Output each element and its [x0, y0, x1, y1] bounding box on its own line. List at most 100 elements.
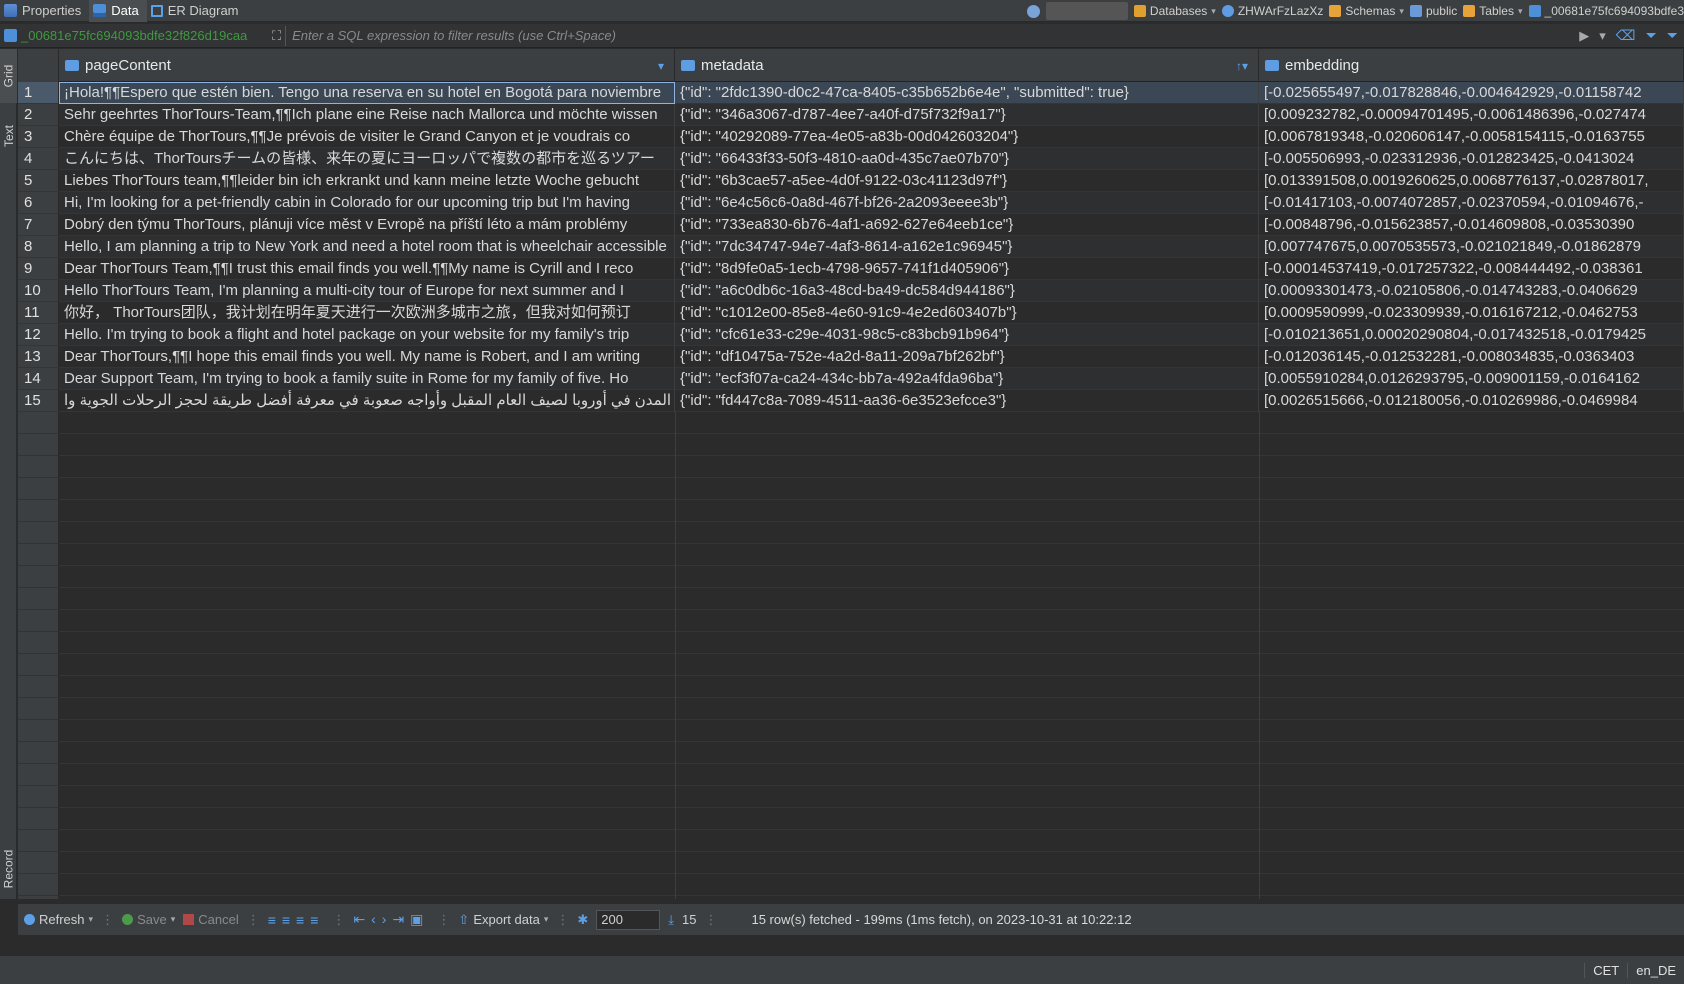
cell-embedding[interactable]: [0.0055910284,0.0126293795,-0.009001159,… — [1259, 368, 1684, 390]
cell-pagecontent[interactable]: こんにちは、ThorToursチームの皆様、来年の夏にヨーロッパで複数の都市を巡… — [59, 148, 675, 170]
cell-metadata[interactable]: {"id": "6e4c56c6-0a8d-467f-bf26-2a2093ee… — [675, 192, 1259, 214]
cell-metadata[interactable]: {"id": "7dc34747-94e7-4af3-8614-a162e1c9… — [675, 236, 1259, 258]
cell-embedding[interactable]: [-0.00014537419,-0.017257322,-0.00844449… — [1259, 258, 1684, 280]
cell-metadata[interactable]: {"id": "ecf3f07a-ca24-434c-bb7a-492a4fda… — [675, 368, 1259, 390]
cell-pagecontent[interactable]: Dobrý den týmu ThorTours, plánuji více m… — [59, 214, 675, 236]
row-edit-icons[interactable]: ≡≡≡≡ — [268, 912, 325, 928]
table-row[interactable]: 15 المدن في أوروبا لصيف العام المقبل وأوا… — [18, 390, 1684, 412]
side-tab-text[interactable]: Text — [0, 109, 17, 163]
side-tab-grid[interactable]: Grid — [0, 49, 17, 103]
erase-filter-icon[interactable]: ⌫ — [1616, 27, 1636, 44]
cell-pagecontent[interactable]: المدن في أوروبا لصيف العام المقبل وأواجه… — [59, 390, 675, 412]
column-header-embedding[interactable]: embedding — [1259, 49, 1684, 82]
sql-filter-input[interactable]: Enter a SQL expression to filter results… — [285, 25, 1579, 46]
table-row[interactable]: 12 Hello. I'm trying to book a flight and… — [18, 324, 1684, 346]
cell-embedding[interactable]: [-0.01417103,-0.0074072857,-0.02370594,-… — [1259, 192, 1684, 214]
cell-pagecontent[interactable]: Dear ThorTours Team,¶¶I trust this email… — [59, 258, 675, 280]
save-button[interactable]: Save ▾ — [122, 912, 175, 927]
breadcrumb-table[interactable]: _00681e75fc694093bdfe3 — [1528, 4, 1684, 18]
row-number[interactable]: 3 — [18, 126, 59, 148]
table-row[interactable]: 3 Chère équipe de ThorTours,¶¶Je prévois … — [18, 126, 1684, 148]
row-number[interactable]: 14 — [18, 368, 59, 390]
cell-pagecontent[interactable]: Chère équipe de ThorTours,¶¶Je prévois d… — [59, 126, 675, 148]
chevron-down-icon[interactable]: ▾ — [171, 914, 176, 925]
row-number[interactable]: 4 — [18, 148, 59, 170]
table-row[interactable]: 1 ¡Hola!¶¶Espero que estén bien. Tengo un… — [18, 82, 1684, 104]
export-data-button[interactable]: ⇧ Export data ▾ — [458, 912, 548, 928]
connection-status-icon[interactable] — [1026, 4, 1040, 18]
cell-embedding[interactable]: [0.0009590999,-0.023309939,-0.016167212,… — [1259, 302, 1684, 324]
table-row[interactable]: 10 Hello ThorTours Team, I'm planning a m… — [18, 280, 1684, 302]
refresh-button[interactable]: Refresh ▾ — [24, 912, 93, 927]
cell-metadata[interactable]: {"id": "6b3cae57-a5ee-4d0f-9122-03c41123… — [675, 170, 1259, 192]
sort-icon[interactable]: ↑▾ — [1236, 59, 1248, 73]
cell-pagecontent[interactable]: Sehr geehrtes ThorTours-Team,¶¶Ich plane… — [59, 104, 675, 126]
breadcrumb-tables[interactable]: Tables ▾ — [1463, 4, 1523, 18]
cell-embedding[interactable]: [-0.010213651,0.00020290804,-0.017432518… — [1259, 324, 1684, 346]
column-header-pagecontent[interactable]: pageContent ▾ — [59, 49, 675, 82]
cell-metadata[interactable]: {"id": "cfc61e33-c29e-4031-98c5-c83bcb91… — [675, 324, 1259, 346]
cell-pagecontent[interactable]: 你好， ThorTours团队，我计划在明年夏天进行一次欧洲多城市之旅，但我对如… — [59, 302, 675, 324]
row-number-header[interactable] — [18, 49, 59, 82]
cell-pagecontent[interactable]: Dear Support Team, I'm trying to book a … — [59, 368, 675, 390]
cell-embedding[interactable]: [-0.025655497,-0.017828846,-0.004642929,… — [1259, 82, 1684, 104]
row-number[interactable]: 15 — [18, 390, 59, 412]
cancel-button[interactable]: Cancel — [183, 912, 239, 927]
tab-er-diagram[interactable]: ER Diagram — [147, 0, 247, 22]
filter-history-icon[interactable]: ▾ — [1599, 28, 1606, 44]
expand-filter-icon[interactable]: ⛶ — [268, 28, 285, 44]
row-number[interactable]: 12 — [18, 324, 59, 346]
active-connection-selector[interactable] — [1045, 2, 1128, 20]
table-row[interactable]: 7 Dobrý den týmu ThorTours, plánuji více … — [18, 214, 1684, 236]
row-number[interactable]: 5 — [18, 170, 59, 192]
table-row[interactable]: 11 你好， ThorTours团队，我计划在明年夏天进行一次欧洲多城市之旅，但我… — [18, 302, 1684, 324]
cell-metadata[interactable]: {"id": "346a3067-d787-4ee7-a40f-d75f732f… — [675, 104, 1259, 126]
row-number[interactable]: 8 — [18, 236, 59, 258]
breadcrumb-schemas[interactable]: Schemas ▾ — [1329, 4, 1404, 18]
cell-embedding[interactable]: [-0.00848796,-0.015623857,-0.014609808,-… — [1259, 214, 1684, 236]
cell-pagecontent[interactable]: Liebes ThorTours team,¶¶leider bin ich e… — [59, 170, 675, 192]
breadcrumb-connection[interactable]: ZHWArFzLazXz — [1221, 4, 1323, 18]
cell-metadata[interactable]: {"id": "66433f33-50f3-4810-aa0d-435c7ae0… — [675, 148, 1259, 170]
table-row[interactable]: 9 Dear ThorTours Team,¶¶I trust this emai… — [18, 258, 1684, 280]
table-row[interactable]: 8 Hello, I am planning a trip to New York… — [18, 236, 1684, 258]
cell-embedding[interactable]: [0.00093301473,-0.02105806,-0.014743283,… — [1259, 280, 1684, 302]
row-number[interactable]: 2 — [18, 104, 59, 126]
tab-data[interactable]: Data — [89, 0, 147, 22]
filter-table-name[interactable]: _00681e75fc694093bdfe32f826d19caa — [0, 28, 268, 43]
chevron-down-icon[interactable]: ▾ — [544, 914, 549, 925]
cell-embedding[interactable]: [-0.012036145,-0.012532281,-0.008034835,… — [1259, 346, 1684, 368]
row-number[interactable]: 7 — [18, 214, 59, 236]
cell-pagecontent[interactable]: Hello ThorTours Team, I'm planning a mul… — [59, 280, 675, 302]
pagination-icons[interactable]: ⇤‹›⇥▣ — [353, 911, 429, 928]
row-count-icon[interactable]: ⤓ — [668, 912, 674, 928]
table-row[interactable]: 4 こんにちは、ThorToursチームの皆様、来年の夏にヨーロッパで複数の都市を… — [18, 148, 1684, 170]
cell-metadata[interactable]: {"id": "2fdc1390-d0c2-47ca-8405-c35b652b… — [675, 82, 1259, 104]
cell-embedding[interactable]: [0.007747675,0.0070535573,-0.021021849,-… — [1259, 236, 1684, 258]
cell-pagecontent[interactable]: Dear ThorTours,¶¶I hope this email finds… — [59, 346, 675, 368]
table-row[interactable]: 6 Hi, I'm looking for a pet-friendly cabi… — [18, 192, 1684, 214]
cell-pagecontent[interactable]: Hi, I'm looking for a pet-friendly cabin… — [59, 192, 675, 214]
row-number[interactable]: 11 — [18, 302, 59, 324]
cell-embedding[interactable]: [0.009232782,-0.00094701495,-0.006148639… — [1259, 104, 1684, 126]
filter-settings-icon[interactable]: ⏷ — [1646, 27, 1657, 44]
cell-embedding[interactable]: [0.0026515666,-0.012180056,-0.010269986,… — [1259, 390, 1684, 412]
table-row[interactable]: 14 Dear Support Team, I'm trying to book … — [18, 368, 1684, 390]
cell-metadata[interactable]: {"id": "c1012e00-85e8-4e60-91c9-4e2ed603… — [675, 302, 1259, 324]
row-number[interactable]: 1 — [18, 82, 59, 104]
column-header-metadata[interactable]: metadata ↑▾ — [675, 49, 1259, 82]
timezone-indicator[interactable]: CET — [1584, 963, 1627, 978]
filter-dropdown-icon[interactable]: ▾ — [658, 59, 664, 73]
breadcrumb-databases[interactable]: Databases ▾ — [1133, 4, 1216, 18]
cell-metadata[interactable]: {"id": "df10475a-752e-4a2d-8a11-209a7bf2… — [675, 346, 1259, 368]
cell-metadata[interactable]: {"id": "a6c0db6c-16a3-48cd-ba49-dc584d94… — [675, 280, 1259, 302]
cell-pagecontent[interactable]: ¡Hola!¶¶Espero que estén bien. Tengo una… — [59, 82, 675, 104]
tab-properties[interactable]: Properties — [0, 0, 89, 22]
cell-embedding[interactable]: [0.013391508,0.0019260625,0.0068776137,-… — [1259, 170, 1684, 192]
max-rows-input[interactable] — [596, 909, 661, 930]
cell-metadata[interactable]: {"id": "8d9fe0a5-1ecb-4798-9657-741f1d40… — [675, 258, 1259, 280]
cell-metadata[interactable]: {"id": "733ea830-6b76-4af1-a692-627e64ee… — [675, 214, 1259, 236]
cell-pagecontent[interactable]: Hello. I'm trying to book a flight and h… — [59, 324, 675, 346]
cell-metadata[interactable]: {"id": "fd447c8a-7089-4511-aa36-6e3523ef… — [675, 390, 1259, 412]
cell-embedding[interactable]: [0.0067819348,-0.020606147,-0.0058154115… — [1259, 126, 1684, 148]
